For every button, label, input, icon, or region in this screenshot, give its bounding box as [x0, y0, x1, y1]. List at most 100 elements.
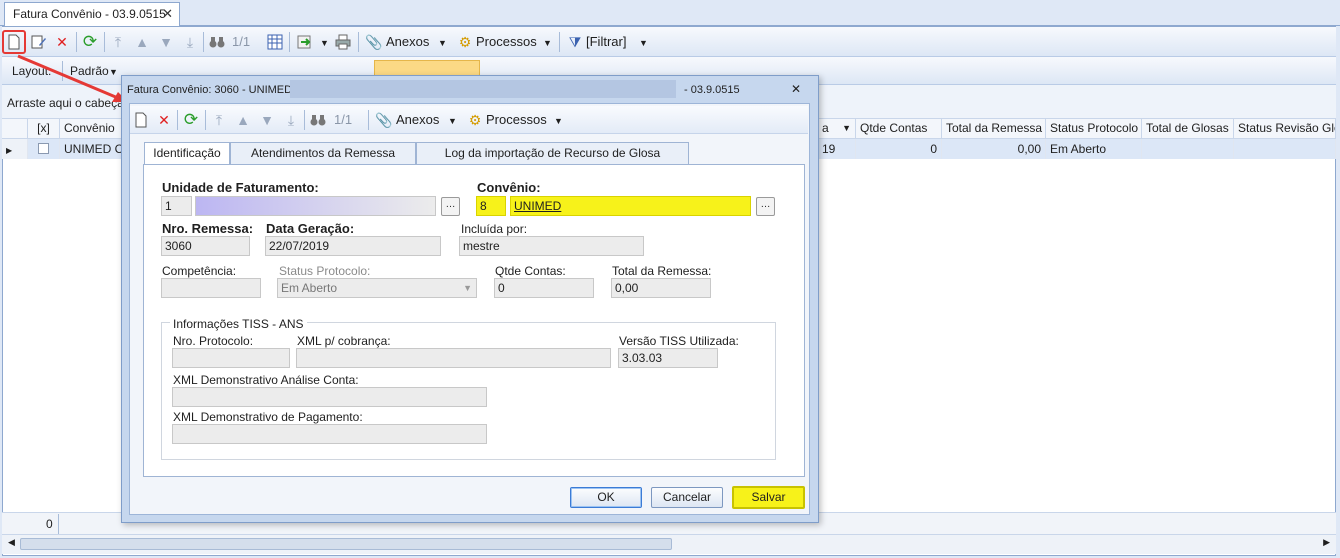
status-revisao-cell[interactable]	[1234, 139, 1336, 159]
convenio-code-field[interactable]: 8	[476, 196, 506, 216]
versao-tiss-label: Versão TISS Utilizada:	[619, 334, 739, 348]
processos-dropdown-icon[interactable]: ▼	[554, 112, 563, 130]
total-remessa-label: Total da Remessa:	[612, 264, 712, 278]
total-glosas-cell[interactable]	[1142, 139, 1234, 159]
unidade-lookup-button[interactable]: …	[441, 197, 460, 216]
toolbar-separator	[205, 110, 206, 130]
partial-cell[interactable]: 19	[818, 139, 856, 159]
convenio-lookup-button[interactable]: …	[756, 197, 775, 216]
first-record-icon[interactable]: ⤒	[208, 109, 230, 131]
toolbar-separator	[177, 110, 178, 130]
total-remessa-column-header[interactable]: Total da Remessa	[942, 119, 1046, 139]
binoculars-icon[interactable]	[307, 109, 329, 131]
next-record-icon[interactable]: ▼	[256, 109, 278, 131]
versao-tiss-field: 3.03.03	[618, 348, 718, 368]
xml-cobranca-label: XML p/ cobrança:	[297, 334, 391, 348]
qtde-contas-column-header[interactable]: Qtde Contas	[856, 119, 942, 139]
unidade-label: Unidade de Faturamento:	[162, 180, 319, 195]
column-header-partial[interactable]: a ▼	[818, 119, 856, 139]
convenio-cell[interactable]: UNIMED CO	[60, 139, 122, 159]
paperclip-icon[interactable]: 📎	[363, 31, 385, 53]
paperclip-icon[interactable]: 📎	[373, 109, 395, 131]
unidade-code-field[interactable]: 1	[161, 196, 192, 216]
unidade-name-field[interactable]	[195, 196, 436, 216]
refresh-icon[interactable]: ⟳	[180, 109, 202, 131]
toolbar-separator	[368, 110, 369, 130]
row-checkbox-cell[interactable]	[28, 139, 60, 159]
delete-record-icon[interactable]: ✕	[153, 109, 175, 131]
status-protocolo-column-header[interactable]: Status Protocolo	[1046, 119, 1142, 139]
processes-gear-icon[interactable]: ⚙	[454, 31, 476, 53]
ok-button[interactable]: OK	[570, 487, 642, 508]
anexos-button[interactable]: Anexos	[396, 111, 439, 129]
total-remessa-field: 0,00	[611, 278, 711, 298]
convenio-column-header[interactable]: Convênio	[60, 119, 122, 139]
dialog-title: Fatura Convênio: 3060 - UNIMED	[127, 84, 293, 96]
qtde-contas-label: Qtde Contas:	[495, 264, 566, 278]
convenio-label: Convênio:	[477, 180, 541, 195]
nro-remessa-label: Nro. Remessa:	[162, 221, 254, 236]
tab-log-importacao[interactable]: Log da importação de Recurso de Glosa	[416, 142, 689, 164]
dialog-close-icon[interactable]: ✕	[791, 82, 801, 96]
dialog-toolbar: ✕ ⟳ ⤒ ▲ ▼ ⤓ 1/1 📎 Anexos ▼ ⚙ Processos ▼	[130, 106, 808, 134]
nro-protocolo-field	[172, 348, 290, 368]
grid-view-icon[interactable]	[264, 31, 286, 53]
scroll-left-icon[interactable]: ◀	[8, 537, 15, 548]
horizontal-scrollbar[interactable]: ◀ ▶	[2, 534, 1336, 554]
processes-gear-icon[interactable]: ⚙	[464, 109, 486, 131]
data-geracao-field[interactable]: 22/07/2019	[265, 236, 441, 256]
annotation-arrow	[17, 54, 128, 102]
competencia-field[interactable]	[161, 278, 261, 298]
cancel-button[interactable]: Cancelar	[651, 487, 723, 508]
xml-pagamento-field	[172, 424, 487, 444]
qtde-contas-cell[interactable]: 0	[856, 139, 942, 159]
export-icon[interactable]	[294, 31, 316, 53]
filter-dropdown-icon[interactable]: ▼	[639, 34, 648, 52]
row-checkbox[interactable]	[38, 143, 49, 154]
toolbar-separator	[289, 32, 290, 52]
dialog-title-suffix: - 03.9.0515	[684, 84, 740, 96]
competencia-label: Competência:	[162, 264, 237, 278]
toolbar-separator	[304, 110, 305, 130]
data-geracao-label: Data Geração:	[266, 221, 355, 236]
next-record-icon[interactable]: ▼	[155, 31, 177, 53]
nro-remessa-field[interactable]: 3060	[161, 236, 250, 256]
record-position: 1/1	[232, 34, 251, 49]
incluida-label: Incluída por:	[461, 222, 528, 236]
processos-button[interactable]: Processos	[476, 33, 537, 51]
processos-button[interactable]: Processos	[486, 111, 547, 129]
anexos-button[interactable]: Anexos	[386, 33, 429, 51]
filter-icon[interactable]: ⧩	[564, 31, 586, 53]
scroll-right-icon[interactable]: ▶	[1323, 537, 1330, 548]
status-dropdown-icon[interactable]: ▼	[463, 279, 472, 297]
status-protocolo-select[interactable]: Em Aberto ▼	[277, 278, 477, 298]
footer-separator	[58, 514, 59, 534]
save-button[interactable]: Salvar	[732, 486, 805, 509]
processos-dropdown-icon[interactable]: ▼	[543, 34, 552, 52]
print-icon[interactable]	[332, 31, 354, 53]
export-dropdown-icon[interactable]: ▼	[320, 34, 329, 52]
anexos-dropdown-icon[interactable]: ▼	[438, 34, 447, 52]
tab-identificacao[interactable]: Identificação	[144, 142, 230, 165]
convenio-name-field[interactable]: UNIMED	[510, 196, 751, 216]
tab-atendimentos[interactable]: Atendimentos da Remessa	[230, 142, 416, 164]
last-record-icon[interactable]: ⤓	[280, 109, 302, 131]
new-record-icon[interactable]	[130, 109, 152, 131]
status-revisao-column-header[interactable]: Status Revisão Glosa	[1234, 119, 1336, 139]
anexos-dropdown-icon[interactable]: ▼	[448, 112, 457, 130]
status-protocolo-cell[interactable]: Em Aberto	[1046, 139, 1142, 159]
redacted-block	[290, 80, 676, 98]
close-tab-icon[interactable]: ✕	[162, 3, 173, 25]
last-record-icon[interactable]: ⤓	[179, 31, 201, 53]
record-position: 1/1	[334, 112, 353, 127]
select-column-header[interactable]: [x]	[28, 119, 60, 139]
main-toolbar: ✕ ⟳ ⤒ ▲ ▼ ⤓ 1/1 ▼ 📎 Anexos ▼ ⚙ Processos…	[2, 27, 1336, 57]
total-remessa-cell[interactable]: 0,00	[942, 139, 1046, 159]
scrollbar-thumb[interactable]	[20, 538, 672, 550]
total-glosas-column-header[interactable]: Total de Glosas	[1142, 119, 1234, 139]
sort-dropdown-icon[interactable]: ▼	[842, 119, 851, 138]
filter-button[interactable]: [Filtrar]	[586, 33, 626, 51]
previous-record-icon[interactable]: ▲	[232, 109, 254, 131]
qtde-contas-field: 0	[494, 278, 594, 298]
binoculars-icon[interactable]	[206, 31, 228, 53]
